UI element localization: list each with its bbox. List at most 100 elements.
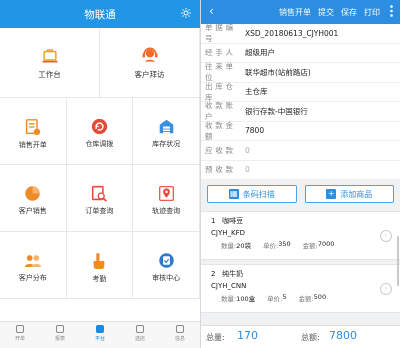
field-payment-account[interactable]: 收款账户 银行存款-中国银行 xyxy=(201,101,400,122)
order-search-icon xyxy=(91,185,107,202)
field-order-number[interactable]: 单据编号 XSD_20180613_CJYH001 xyxy=(201,23,400,44)
save-button[interactable]: 保存 xyxy=(341,7,357,18)
price-value: 350 xyxy=(278,240,291,248)
price-label: 单价: xyxy=(267,295,283,303)
store-tab-icon xyxy=(136,325,144,333)
right-screen: ‹ 销售开单 提交 保存 打印 单据编号 XSD_20180613_CJYH001… xyxy=(201,0,400,348)
button-label: 添加商品 xyxy=(340,189,373,199)
grid-item-sales-order[interactable]: 销售开单 xyxy=(0,98,67,165)
chevron-right-icon[interactable]: › xyxy=(380,230,392,242)
sales-order-header: ‹ 销售开单 提交 保存 打印 xyxy=(201,0,400,24)
product-code: CJYH_CNN xyxy=(211,282,247,290)
action-buttons: ▦ 条码扫描 + 添加商品 xyxy=(201,180,400,211)
totals-footer: 总量: 170 总额: 7800 xyxy=(201,325,400,348)
field-value: 0 xyxy=(245,165,250,175)
product-name-text: 纯牛奶 xyxy=(222,270,244,278)
grid-item-customer-visit[interactable]: 客户拜访 xyxy=(100,28,200,98)
tab-store[interactable]: 选店 xyxy=(120,322,160,348)
price-value: 5 xyxy=(282,293,287,301)
product-meta: 数量: 100盒 单价: 5 金额: 500 xyxy=(221,293,326,303)
grid-item-customer-sales[interactable]: 客户销售 xyxy=(0,165,67,232)
tab-label: 选店 xyxy=(134,336,145,342)
product-item[interactable]: 1 咖啡豆 CJYH_KFD 数量: 20袋 单价: 350 金额: 7000 › xyxy=(201,211,400,260)
field-receivable[interactable]: 应收款 0 xyxy=(201,141,400,161)
product-item[interactable]: 2 纯牛奶 CJYH_CNN 数量: 100盒 单价: 5 金额: 500 › xyxy=(201,264,400,313)
message-tab-icon xyxy=(176,325,184,333)
grid-item-label: 考勤 xyxy=(92,275,107,283)
tab-platform[interactable]: 平台 xyxy=(80,322,120,348)
headset-icon xyxy=(142,47,157,62)
grid-item-label: 工作台 xyxy=(38,70,61,79)
grid-item-label: 订单查询 xyxy=(85,207,114,215)
product-name: 2 纯牛奶 xyxy=(211,269,243,279)
amount-value: 500 xyxy=(313,293,327,301)
print-button[interactable]: 打印 xyxy=(364,7,380,18)
pie-chart-icon xyxy=(25,186,41,201)
tab-message[interactable]: 信息 xyxy=(160,322,200,348)
tab-label: 开单 xyxy=(14,336,25,342)
order-tab-icon xyxy=(16,325,24,333)
field-value: 7800 xyxy=(245,126,265,136)
grid-item-order-query[interactable]: 订单查询 xyxy=(66,165,134,232)
tab-report[interactable]: 报表 xyxy=(40,322,80,348)
amount-label: 金额: xyxy=(298,295,314,303)
barcode-scan-button[interactable]: ▦ 条码扫描 xyxy=(207,185,297,203)
bottom-tab-bar: 开单 报表 平台 选店 信息 xyxy=(0,321,200,348)
field-label: 收款金额 xyxy=(205,120,233,141)
grid-item-review-center[interactable]: 审核中心 xyxy=(133,232,200,299)
field-value: 主仓库 xyxy=(245,87,268,97)
people-icon xyxy=(24,255,41,268)
product-meta: 数量: 20袋 单价: 350 金额: 7000 xyxy=(221,240,334,250)
add-product-button[interactable]: + 添加商品 xyxy=(304,185,394,203)
total-amount-label: 总额: xyxy=(301,333,320,342)
grid-item-customer-distribution[interactable]: 客户分布 xyxy=(0,232,67,299)
field-handler[interactable]: 经手人 超级用户 xyxy=(201,44,400,63)
button-label: 条码扫描 xyxy=(242,189,275,199)
grid-item-label: 审核中心 xyxy=(152,274,181,282)
field-label: 经手人 xyxy=(205,48,233,58)
grid-item-attendance[interactable]: 考勤 xyxy=(66,232,134,299)
left-screen: 物联通 工作台 客户拜访 销售开单 仓库调拨 库存状况 客户销售 订单查询 轨迹… xyxy=(0,0,200,348)
field-received-amount[interactable]: 收款金额 7800 xyxy=(201,120,400,141)
plus-icon: + xyxy=(326,189,337,199)
grid-item-inventory-status[interactable]: 库存状况 xyxy=(133,98,200,165)
grid-item-workbench[interactable]: 工作台 xyxy=(0,28,100,98)
grid-item-label: 客户销售 xyxy=(18,207,47,215)
tab-order[interactable]: 开单 xyxy=(0,322,40,348)
submit-button[interactable]: 提交 xyxy=(318,7,334,18)
field-value: 联华超市(站前路店) xyxy=(245,67,311,77)
total-amount-value: 7800 xyxy=(329,329,357,342)
invoice-icon xyxy=(25,119,40,135)
transfer-icon xyxy=(91,118,108,135)
field-value: 0 xyxy=(245,145,250,155)
gear-icon[interactable] xyxy=(180,7,192,19)
left-header: 物联通 xyxy=(0,0,200,28)
more-options-icon[interactable] xyxy=(390,5,393,17)
qty-value: 100盒 xyxy=(236,295,256,303)
location-pin-icon xyxy=(158,186,174,201)
tab-label: 报表 xyxy=(54,336,65,342)
grid-item-label: 客户拜访 xyxy=(134,70,165,79)
field-warehouse[interactable]: 出库仓库 主仓库 xyxy=(201,82,400,102)
back-icon[interactable]: ‹ xyxy=(209,5,214,17)
chevron-right-icon[interactable]: › xyxy=(380,283,392,295)
briefcase-icon xyxy=(42,49,57,63)
field-counterparty[interactable]: 往来单位 联华超市(站前路店) xyxy=(201,62,400,83)
field-value: 超级用户 xyxy=(245,48,275,58)
product-name-text: 咖啡豆 xyxy=(222,217,244,225)
grid-item-label: 仓库调拨 xyxy=(85,140,114,148)
grid-item-label: 库存状况 xyxy=(152,140,181,148)
qty-label: 数量: xyxy=(221,295,237,303)
header-title: 销售开单 xyxy=(279,8,311,17)
grid-item-label: 轨迹查询 xyxy=(152,207,181,215)
scrollbar[interactable] xyxy=(397,236,399,286)
warehouse-icon xyxy=(159,119,173,134)
product-index: 1 xyxy=(211,217,216,225)
field-label: 单据编号 xyxy=(205,23,233,44)
grid-item-warehouse-transfer[interactable]: 仓库调拨 xyxy=(66,98,134,165)
field-advance-receipt[interactable]: 预收款 0 xyxy=(201,161,400,180)
qty-value: 20袋 xyxy=(236,242,251,250)
field-label: 应收款 xyxy=(205,145,233,155)
grid-item-track-query[interactable]: 轨迹查询 xyxy=(133,165,200,232)
grid-item-label: 客户分布 xyxy=(18,274,47,282)
